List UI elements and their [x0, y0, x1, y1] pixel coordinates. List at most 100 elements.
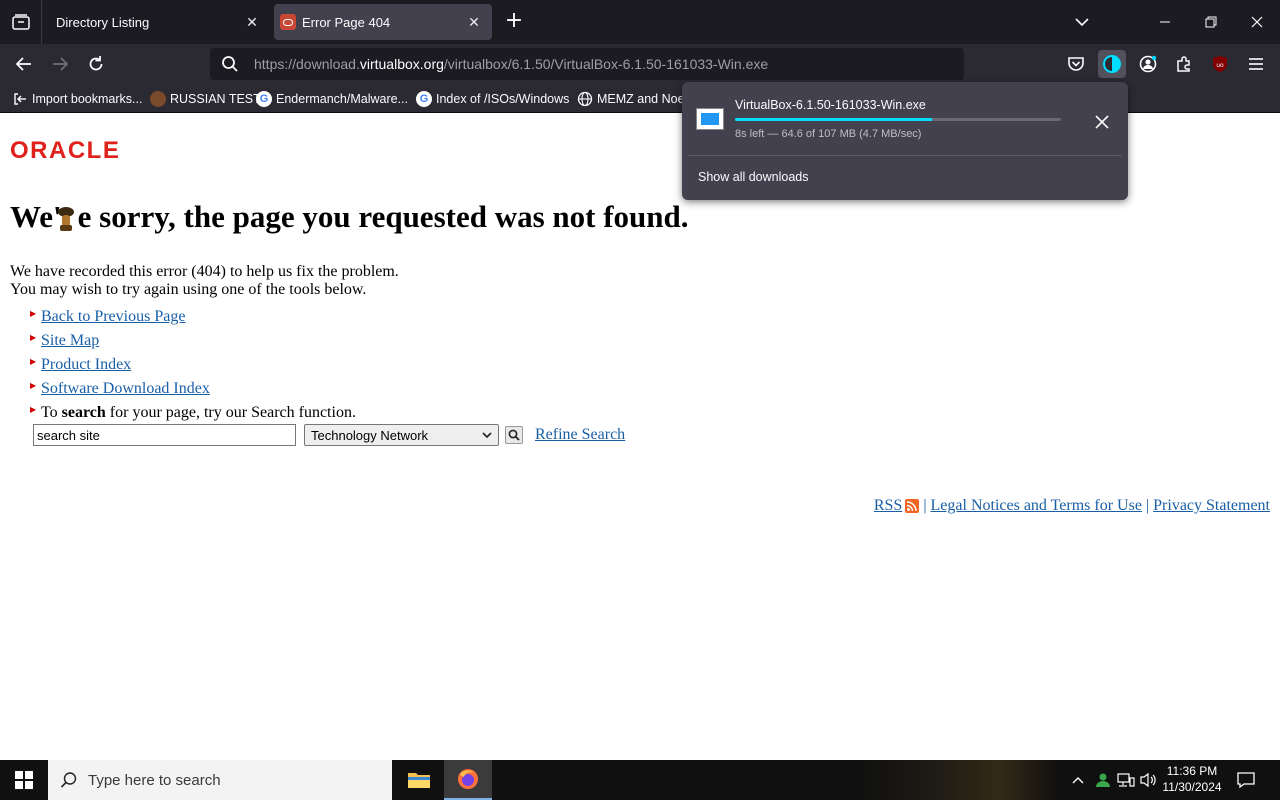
close-tab-icon[interactable]: ✕	[462, 10, 486, 34]
tab-title: Directory Listing	[56, 14, 150, 30]
download-progress-icon	[1103, 55, 1121, 73]
search-icon	[60, 772, 77, 788]
start-button[interactable]	[0, 760, 48, 800]
list-all-tabs-button[interactable]	[1070, 10, 1094, 34]
show-all-downloads-button[interactable]: Show all downloads	[698, 170, 809, 184]
search-input[interactable]	[33, 424, 296, 446]
separator: |	[923, 497, 927, 514]
product-index-link[interactable]: Product Index	[41, 356, 131, 374]
address-bar[interactable]: https://download.virtualbox.org/virtualb…	[210, 48, 964, 80]
reload-button[interactable]	[82, 50, 110, 78]
account-button[interactable]	[1134, 50, 1162, 78]
intro-line-2: You may wish to try again using one of t…	[10, 281, 367, 298]
search-icon	[210, 55, 250, 73]
list-item: ▶ Product Index	[30, 353, 356, 377]
bookmark-label: Endermanch/Malware...	[276, 92, 409, 106]
network-icon	[1117, 773, 1135, 787]
bookmark-label: Index of /ISOs/Windows	[436, 92, 570, 106]
bullet-icon: ▶	[30, 333, 37, 342]
bookmark-import[interactable]: Import bookmarks...	[12, 90, 142, 108]
search-instructions: To search for your page, try our Search …	[41, 404, 356, 422]
rss-feed-icon[interactable]	[905, 499, 920, 513]
minimize-window-button[interactable]	[1142, 0, 1188, 44]
wallpaper-background	[860, 760, 1060, 800]
rss-link[interactable]: RSS	[874, 497, 902, 515]
speaker-icon	[1140, 772, 1156, 788]
bookmark-endermanch-malware[interactable]: G Endermanch/Malware...	[256, 90, 408, 108]
search-scope-select[interactable]: Technology Network	[304, 424, 499, 446]
chevron-down-icon	[1075, 18, 1089, 27]
bullet-icon: ▶	[30, 381, 37, 390]
reload-icon	[89, 56, 103, 71]
file-explorer-taskbar-button[interactable]	[395, 760, 443, 800]
puzzle-icon	[1177, 56, 1190, 72]
bookmark-index-isos-windows[interactable]: G Index of /ISOs/Windows	[416, 90, 569, 108]
ublock-button[interactable]: uo	[1206, 50, 1234, 78]
refine-search-link[interactable]: Refine Search	[535, 426, 625, 444]
search-submit-button[interactable]	[505, 426, 523, 444]
user-green-icon	[1096, 773, 1110, 787]
download-filename: VirtualBox-6.1.50-161033-Win.exe	[735, 98, 926, 112]
extensions-button[interactable]	[1170, 50, 1198, 78]
cancel-download-button[interactable]	[1090, 110, 1114, 134]
bookmark-russian-test[interactable]: RUSSIAN TEST	[150, 90, 261, 108]
new-tab-icon[interactable]: +	[502, 10, 526, 34]
search-bold-text: search	[61, 404, 106, 421]
legal-notices-link[interactable]: Legal Notices and Terms for Use	[931, 497, 1142, 515]
menu-button[interactable]	[1242, 50, 1270, 78]
search-icon	[508, 429, 520, 441]
tools-list: ▶ Back to Previous Page ▶ Site Map ▶ Produc…	[30, 305, 356, 425]
tab-directory-listing[interactable]: Directory Listing ✕	[44, 4, 270, 40]
close-window-button[interactable]	[1234, 0, 1280, 44]
tray-app-icon[interactable]	[1093, 770, 1113, 790]
downloads-panel: VirtualBox-6.1.50-161033-Win.exe 8s left…	[682, 82, 1128, 200]
taskbar-clock[interactable]: 11:36 PM 11/30/2024	[1160, 763, 1224, 795]
back-to-previous-page-link[interactable]: Back to Previous Page	[41, 308, 185, 326]
cursor-character-icon	[57, 207, 74, 231]
close-tab-icon[interactable]: ✕	[240, 10, 264, 34]
url-host: virtualbox.org	[359, 56, 444, 72]
tab-error-page-404[interactable]: Error Page 404 ✕	[274, 4, 492, 40]
bookmark-label: MEMZ and Noes	[597, 92, 691, 106]
list-item: ▶ Back to Previous Page	[30, 305, 356, 329]
oracle-logo: ORACLE	[10, 137, 121, 164]
privacy-statement-link[interactable]: Privacy Statement	[1153, 497, 1270, 515]
network-tray-button[interactable]	[1116, 770, 1136, 790]
hamburger-menu-icon	[1249, 58, 1263, 70]
list-item: ▶ Software Download Index	[30, 377, 356, 401]
volume-tray-button[interactable]	[1139, 770, 1159, 790]
restore-window-button[interactable]	[1188, 0, 1234, 44]
import-icon	[12, 91, 28, 107]
separator: |	[1145, 497, 1150, 514]
arrow-right-icon	[53, 57, 69, 71]
action-center-button[interactable]	[1234, 768, 1258, 792]
downloads-button[interactable]	[1098, 50, 1126, 78]
account-icon	[1139, 55, 1157, 73]
pocket-button[interactable]	[1062, 50, 1090, 78]
back-button[interactable]	[10, 50, 38, 78]
bullet-icon: ▶	[30, 357, 37, 366]
search-suffix-text: for your page, try our Search function.	[105, 404, 356, 421]
heading-part-2: e sorry, the page you requested was not …	[77, 199, 689, 234]
firefox-taskbar-button[interactable]	[444, 760, 492, 800]
taskbar-search-placeholder: Type here to search	[88, 771, 221, 789]
download-item[interactable]: VirtualBox-6.1.50-161033-Win.exe 8s left…	[688, 88, 1122, 152]
bookmark-memz-and-noes[interactable]: MEMZ and Noes	[577, 90, 691, 108]
minimize-icon	[1160, 21, 1170, 23]
divider	[688, 155, 1122, 156]
tab-overview-icon	[11, 14, 30, 30]
windows-taskbar: Type here to search 11:36 PM 11/30/2024	[0, 760, 1280, 800]
site-map-link[interactable]: Site Map	[41, 332, 99, 350]
show-hidden-icons-button[interactable]	[1068, 770, 1088, 790]
forward-button[interactable]	[46, 50, 74, 78]
taskbar-search-box[interactable]: Type here to search	[48, 760, 392, 800]
google-icon: G	[256, 91, 272, 107]
search-scope-value: Technology Network	[311, 427, 429, 443]
tab-bar: Directory Listing ✕ Error Page 404 ✕ +	[0, 0, 1280, 44]
avatar-favicon-icon	[150, 91, 166, 107]
firefox-icon	[458, 769, 478, 789]
software-download-index-link[interactable]: Software Download Index	[41, 380, 210, 398]
ublock-shield-icon: uo	[1213, 56, 1227, 72]
restore-icon	[1205, 16, 1217, 28]
tab-overview-button[interactable]	[0, 0, 42, 44]
